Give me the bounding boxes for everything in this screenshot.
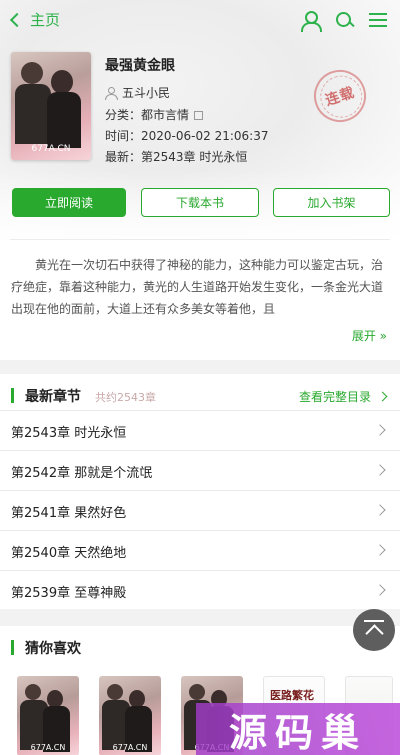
chevron-right-icon	[374, 424, 386, 436]
person-icon	[105, 86, 118, 100]
book-cover[interactable]: 677A.CN	[11, 52, 91, 160]
site-watermark: 源码巢	[196, 703, 400, 755]
download-button[interactable]: 下载本书	[141, 188, 259, 217]
chapter-row[interactable]: 第2541章 果然好色	[0, 490, 400, 530]
menu-icon[interactable]	[368, 10, 388, 30]
latest-row[interactable]: 最新：第2543章 时光永恒	[105, 148, 247, 165]
stamp-text: 连载	[323, 84, 358, 110]
chevron-right-icon	[374, 464, 386, 476]
latest-label: 最新：	[105, 150, 142, 164]
chevron-right-icon	[374, 584, 386, 596]
chapter-row[interactable]: 第2539章 至尊神殿	[0, 570, 400, 610]
cover-watermark: 677A.CN	[31, 144, 71, 154]
add-to-shelf-button[interactable]: 加入书架	[273, 188, 390, 217]
expand-intro-link[interactable]: 展开 »	[352, 327, 387, 344]
top-icons	[300, 10, 388, 32]
back-home-link[interactable]: 主页	[9, 9, 61, 30]
book-hero: 主页 677A.CN 最强黄金眼 五斗小民 分类：都市言情 时间：2020-06…	[0, 0, 400, 360]
category-row[interactable]: 分类：都市言情	[105, 106, 204, 123]
chapter-row[interactable]: 第2543章 时光永恒	[0, 410, 400, 450]
chapter-title: 第2542章 那就是个流氓	[11, 466, 153, 481]
category-value: 都市言情	[141, 108, 190, 122]
chapter-title: 第2543章 时光永恒	[11, 426, 127, 441]
divider	[10, 239, 390, 240]
time-label: 时间：	[105, 129, 142, 143]
back-label: 主页	[30, 11, 61, 29]
latest-chapters-section: 最新章节 共约2543章 查看完整目录 第2543章 时光永恒 第2542章 那…	[0, 374, 400, 609]
chevron-right-icon	[374, 544, 386, 556]
chapter-row[interactable]: 第2542章 那就是个流氓	[0, 450, 400, 490]
book-title: 最强黄金眼	[105, 58, 175, 74]
section-accent-bar	[11, 388, 14, 403]
book-intro: 黄光在一次切石中获得了神秘的能力，这种能力可以鉴定古玩，治疗绝症，靠着这种能力，…	[11, 258, 384, 316]
top-bar: 主页	[0, 0, 400, 42]
time-value: 2020-06-02 21:06:37	[141, 129, 269, 143]
read-now-button[interactable]: 立即阅读	[12, 188, 126, 217]
expand-label: 展开	[351, 329, 376, 343]
search-icon[interactable]	[334, 10, 354, 30]
guess-you-like-title: 猜你喜欢	[25, 641, 81, 657]
time-row: 时间：2020-06-02 21:06:37	[105, 127, 268, 144]
chapter-count: 共约2543章	[95, 391, 156, 404]
chapter-row[interactable]: 第2540章 天然绝地	[0, 530, 400, 570]
external-link-icon	[194, 111, 204, 120]
user-icon[interactable]	[300, 10, 322, 32]
recommend-cover[interactable]: 677A.CN	[17, 676, 79, 755]
chevron-right-icon	[377, 391, 388, 402]
author-row[interactable]: 五斗小民	[105, 84, 170, 101]
chevron-down-icon: »	[375, 329, 387, 343]
cover-watermark: 677A.CN	[112, 743, 148, 752]
chapter-title: 第2541章 果然好色	[11, 506, 127, 521]
chapter-title: 第2540章 天然绝地	[11, 546, 127, 561]
back-to-top-button[interactable]	[353, 609, 395, 651]
chevron-left-icon	[9, 12, 25, 27]
watermark-text: 源码巢	[228, 709, 367, 755]
chevron-right-icon	[374, 504, 386, 516]
full-catalog-label: 查看完整目录	[298, 390, 371, 404]
latest-chapters-header: 最新章节 共约2543章 查看完整目录	[0, 374, 400, 412]
author-name: 五斗小民	[122, 86, 171, 100]
full-catalog-link[interactable]: 查看完整目录	[298, 388, 388, 405]
latest-chapters-title: 最新章节	[25, 389, 81, 405]
section-accent-bar	[11, 640, 14, 655]
latest-value: 第2543章 时光永恒	[141, 150, 248, 164]
category-label: 分类：	[105, 108, 142, 122]
chapter-title: 第2539章 至尊神殿	[11, 586, 127, 601]
cover-watermark: 677A.CN	[30, 743, 66, 752]
recommend-cover[interactable]: 677A.CN	[99, 676, 161, 755]
